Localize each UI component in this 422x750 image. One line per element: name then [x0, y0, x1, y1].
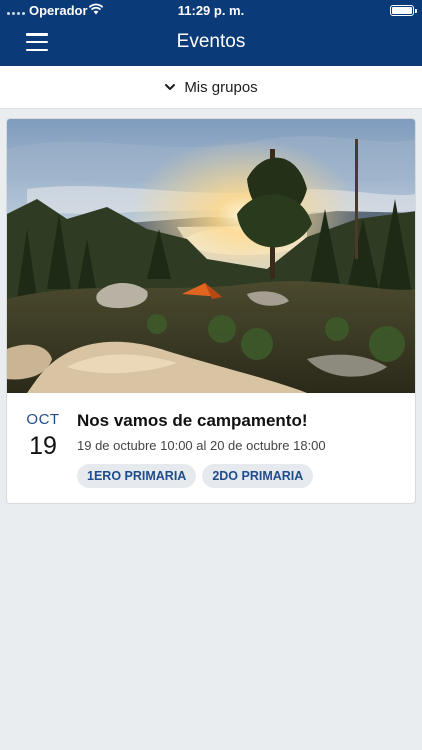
event-title: Nos vamos de campamento! — [77, 411, 308, 430]
app-header: Operador 11:29 p. m. Eventos — [0, 0, 422, 66]
event-datetime: 19 de octubre 10:00 al 20 de octubre 18:… — [77, 438, 326, 453]
clock: 11:29 p. m. — [177, 3, 245, 18]
page-title: Eventos — [176, 31, 246, 52]
groups-filter-label: Mis grupos — [184, 78, 258, 96]
battery-icon — [390, 5, 417, 16]
event-date: OCT 19 — [7, 411, 79, 461]
group-tag: 2DO PRIMARIA — [202, 464, 314, 488]
status-bar: Operador 11:29 p. m. — [0, 0, 422, 22]
event-image — [7, 119, 415, 393]
event-day: 19 — [29, 432, 57, 460]
event-month: OCT — [26, 411, 60, 428]
groups-filter-dropdown[interactable]: Mis grupos — [0, 66, 422, 109]
chevron-down-icon — [165, 84, 176, 90]
group-tag: 1ERO PRIMARIA — [77, 464, 197, 488]
event-card[interactable]: OCT 19 Nos vamos de campamento! 19 de oc… — [6, 118, 416, 504]
event-tags: 1ERO PRIMARIA 2DO PRIMARIA — [77, 464, 314, 488]
